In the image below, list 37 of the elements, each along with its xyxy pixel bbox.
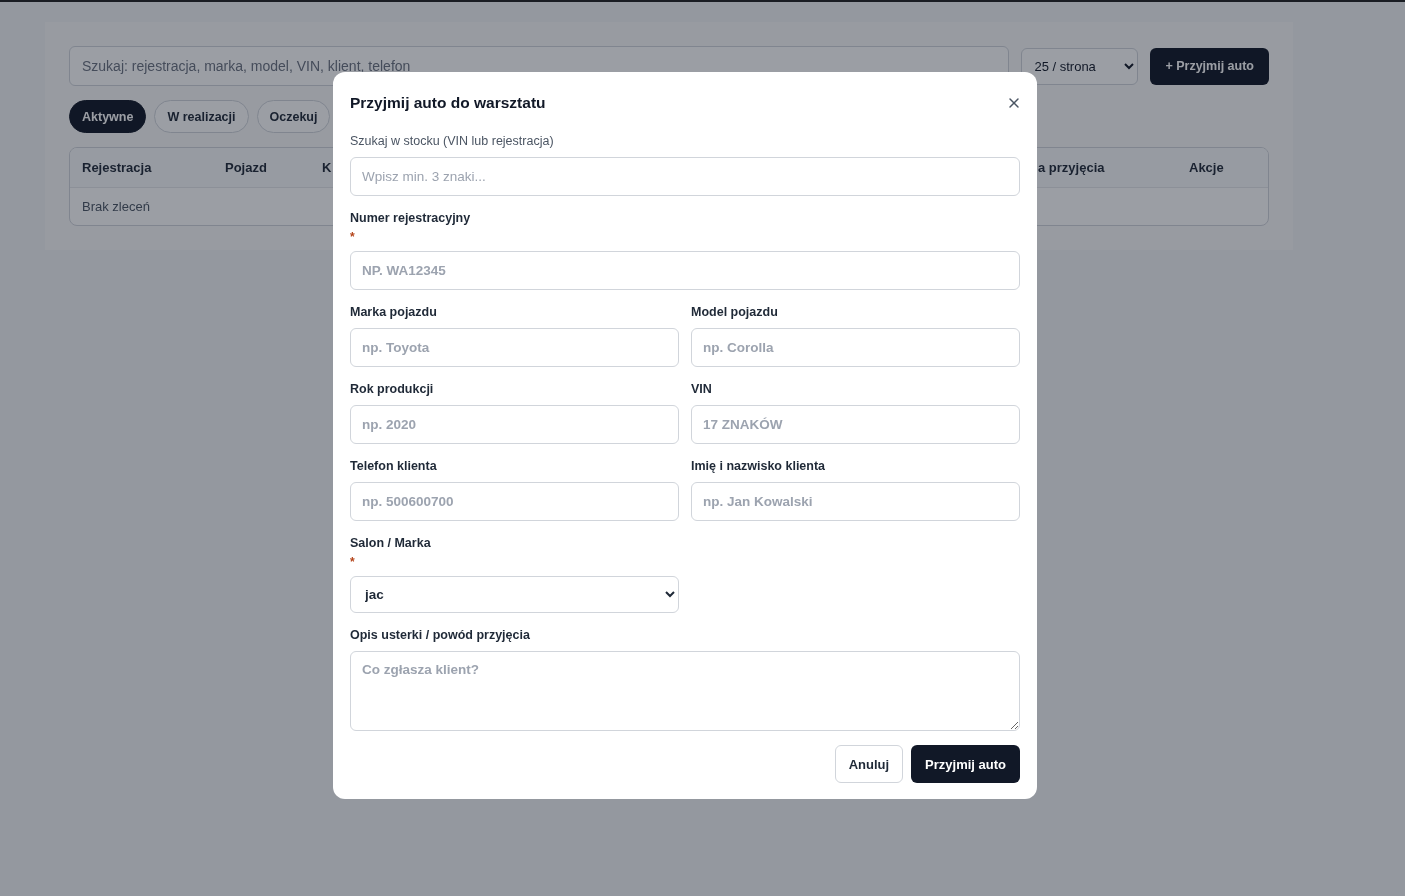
required-mark: * <box>350 557 356 567</box>
column-header: a przyjęcia <box>1038 160 1105 175</box>
input-field[interactable]: np. Jan Kowalski <box>691 482 1020 521</box>
field-label: Rok produkcji <box>350 382 435 396</box>
filter-tab[interactable]: Oczekuj <box>256 100 331 133</box>
input-field[interactable]: np. 500600700 <box>350 482 679 521</box>
field-label: Imię i nazwisko klienta <box>691 459 827 473</box>
filter-tab[interactable]: Aktywne <box>69 100 147 133</box>
field-label: Marka pojazdu <box>350 305 438 319</box>
column-header: K <box>322 160 332 175</box>
input-field[interactable]: np. Corolla <box>691 328 1020 367</box>
required-mark: * <box>350 232 356 242</box>
salon-select[interactable]: jac <box>350 576 679 613</box>
close-button[interactable] <box>1006 95 1022 111</box>
dialog-title: Przyjmij auto do warsztatu <box>350 94 546 112</box>
field-label: Telefon klienta <box>350 459 438 473</box>
submit-button[interactable]: Przyjmij auto <box>911 745 1020 783</box>
filter-tab[interactable]: W realizacji <box>154 100 249 133</box>
column-header: Rejestracja <box>82 160 152 175</box>
input-field[interactable]: np. Toyota <box>350 328 679 367</box>
input-field[interactable]: 17 ZNAKÓW <box>691 405 1020 444</box>
empty-message: Brak zleceń <box>82 199 150 214</box>
per-page-select[interactable]: 25 / strona <box>1021 47 1139 85</box>
field-label: VIN <box>691 382 713 396</box>
column-header: Akcje <box>1189 160 1224 175</box>
column-header: Pojazd <box>225 160 267 175</box>
add-car-button[interactable]: + Przyjmij auto <box>1150 47 1269 85</box>
field-label: Model pojazdu <box>691 305 779 319</box>
input-field[interactable]: NP. WA12345 <box>350 251 1020 290</box>
field-label: Numer rejestracyjny <box>350 211 472 225</box>
field-label: Salon / Marka <box>350 536 432 550</box>
field-label: Szukaj w stocku (VIN lub rejestracja) <box>350 134 555 148</box>
field-label: Opis usterki / powód przyjęcia <box>350 628 531 642</box>
cancel-button[interactable]: Anuluj <box>834 745 904 783</box>
input-field[interactable]: Wpisz min. 3 znaki... <box>350 157 1020 196</box>
description-textarea[interactable]: Co zgłasza klient? <box>350 651 1020 731</box>
input-field[interactable]: np. 2020 <box>350 405 679 444</box>
